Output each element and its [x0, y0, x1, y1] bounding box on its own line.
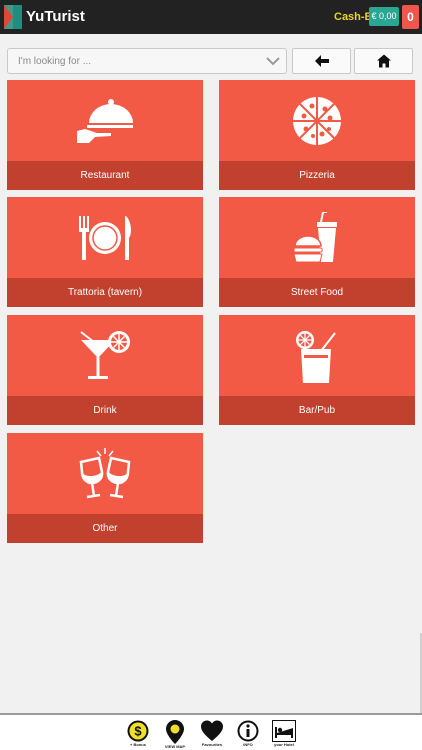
category-label: Restaurant — [7, 161, 203, 190]
category-label: Bar/Pub — [219, 396, 415, 425]
info-button[interactable]: INFO — [231, 720, 265, 750]
favourites-button[interactable]: Favourites — [195, 720, 229, 750]
app-title: YuTurist — [26, 8, 85, 25]
home-icon — [376, 54, 391, 68]
cloche-icon — [77, 99, 133, 143]
category-label: Other — [7, 514, 203, 543]
category-tile-other[interactable]: Other — [7, 433, 203, 543]
category-label: Trattoria (tavern) — [7, 278, 203, 307]
search-dropdown[interactable] — [7, 48, 287, 74]
pizza-icon — [293, 97, 341, 145]
view-map-label: VIEW MAP — [164, 744, 186, 749]
burger-soda-icon — [293, 212, 337, 263]
category-tile-pizzeria[interactable]: Pizzeria — [219, 80, 415, 190]
search-input[interactable] — [8, 49, 258, 73]
bonus-label: + Bonus — [130, 742, 146, 747]
dollar-coin-icon: $ — [127, 720, 149, 742]
category-tile-drink[interactable]: Drink — [7, 315, 203, 425]
cash-balance-badge[interactable]: € 0,00 — [369, 7, 399, 26]
your-hotel-label: your Hotel — [274, 742, 294, 747]
info-icon — [237, 720, 259, 742]
map-pin-icon — [166, 720, 184, 744]
bonus-button[interactable]: $ + Bonus — [121, 720, 155, 750]
juice-glass-icon — [296, 331, 336, 383]
app-logo-icon — [4, 5, 22, 29]
cash-label: Cash-B — [334, 11, 373, 23]
category-tile-bar-pub[interactable]: Bar/Pub — [219, 315, 415, 425]
category-label: Drink — [7, 396, 203, 425]
category-tile-trattoria[interactable]: Trattoria (tavern) — [7, 197, 203, 307]
category-tile-restaurant[interactable]: Restaurant — [7, 80, 203, 190]
notification-badge[interactable]: 0 — [402, 5, 419, 29]
category-tile-street-food[interactable]: Street Food — [219, 197, 415, 307]
arrow-left-icon — [314, 55, 329, 67]
home-button[interactable] — [354, 48, 413, 74]
cocktail-icon — [80, 331, 130, 379]
category-label: Street Food — [219, 278, 415, 307]
top-bar: YuTurist Cash-B € 0,00 0 — [0, 0, 422, 34]
your-hotel-button[interactable]: your Hotel — [267, 720, 301, 750]
back-button[interactable] — [292, 48, 351, 74]
favourites-label: Favourites — [201, 742, 223, 747]
view-map-button[interactable]: VIEW MAP — [158, 720, 192, 750]
bottom-nav: $ + Bonus VIEW MAP Favourites INFO your … — [0, 713, 422, 750]
heart-icon — [201, 720, 223, 741]
category-label: Pizzeria — [219, 161, 415, 190]
chevron-down-icon[interactable] — [266, 55, 280, 67]
wine-toast-icon — [79, 448, 131, 499]
bed-icon — [272, 720, 296, 742]
fork-plate-knife-icon — [79, 216, 131, 260]
svg-text:$: $ — [134, 724, 142, 739]
info-label: INFO — [243, 742, 253, 747]
